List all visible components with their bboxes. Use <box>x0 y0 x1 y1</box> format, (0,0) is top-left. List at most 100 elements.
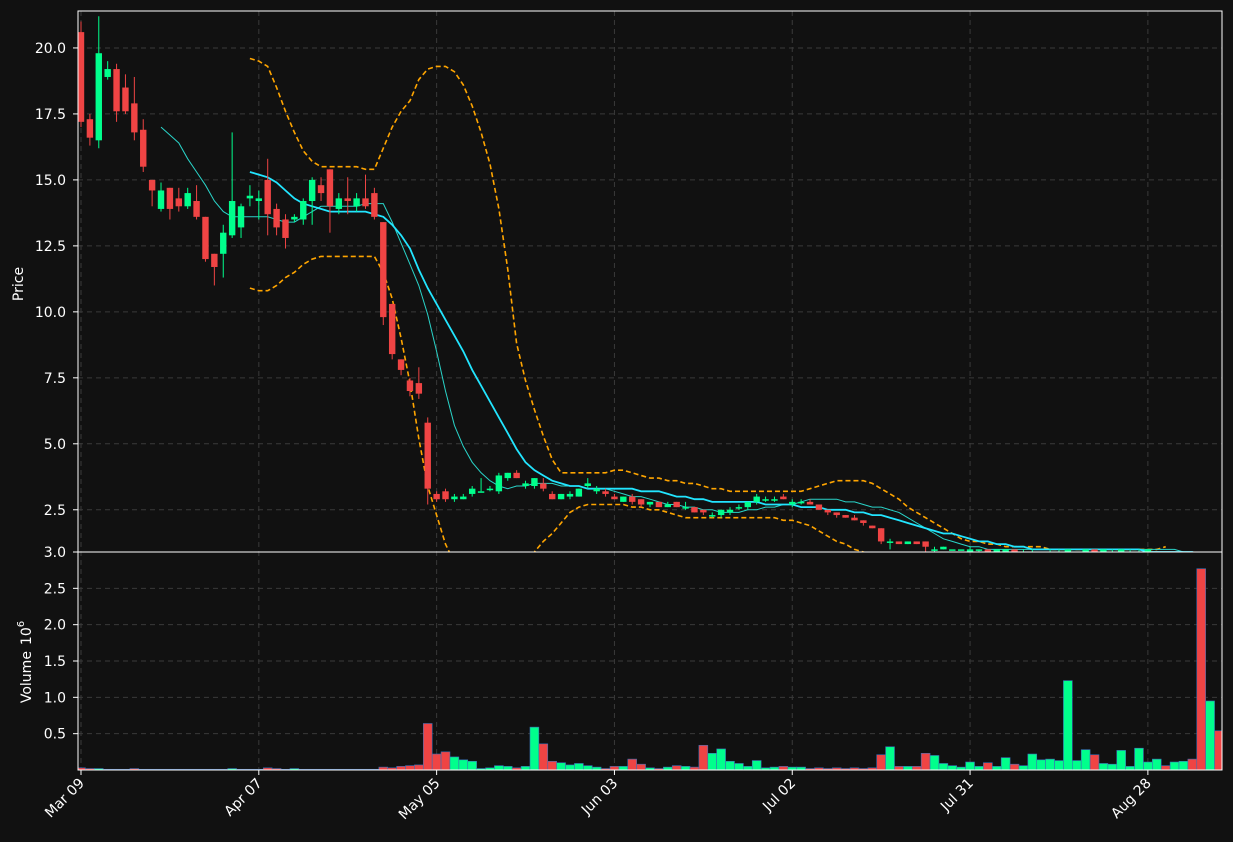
candle-body <box>460 496 467 500</box>
volume-bar <box>440 751 451 770</box>
volume-bar <box>876 754 886 770</box>
volume-bar <box>1116 750 1126 770</box>
candle-body <box>353 198 360 207</box>
volume-bar <box>449 756 460 770</box>
candle-body <box>415 383 423 394</box>
volume-bar <box>671 765 682 770</box>
volume-bar <box>565 764 575 770</box>
candle-body <box>833 512 840 516</box>
volume-bar <box>938 763 949 770</box>
candle-body <box>504 472 511 479</box>
price-tick-label: 7.5 <box>44 371 66 387</box>
candle-body <box>851 517 858 521</box>
price-tick-label: 12.5 <box>35 239 66 255</box>
candle-body <box>397 359 405 370</box>
volume-bar <box>1089 754 1100 770</box>
volume-axis-label: Volume 106 <box>16 621 35 703</box>
candle-body <box>113 69 120 112</box>
candle-body <box>237 206 245 228</box>
volume-bar <box>983 762 993 770</box>
price-axis-label: Price <box>11 267 27 301</box>
volume-axis-scale: 10 <box>19 627 35 645</box>
candle-body <box>211 253 218 267</box>
candle-body <box>842 515 849 518</box>
volume-bar <box>1036 759 1046 770</box>
candle-body <box>913 541 920 545</box>
candle-body <box>122 87 129 112</box>
candle-body <box>886 541 894 543</box>
volume-bar <box>1160 765 1171 770</box>
candle-body <box>140 129 147 167</box>
candle-body <box>326 169 334 207</box>
candle-body <box>157 190 165 209</box>
candle-body <box>193 201 200 217</box>
volume-bar <box>458 759 469 770</box>
candle-body <box>513 472 520 479</box>
candle-body <box>433 493 440 500</box>
candle-body <box>86 119 94 138</box>
volume-bar <box>1134 747 1144 770</box>
candle-body <box>762 499 769 501</box>
candle-body <box>362 198 369 207</box>
volume-bar <box>529 726 540 770</box>
candle-body <box>300 201 307 220</box>
candle-body <box>726 509 734 513</box>
volume-axis-exponent: 6 <box>16 621 27 627</box>
volume-bar <box>1018 765 1029 770</box>
candle-body <box>531 478 538 487</box>
candle-body <box>824 509 832 513</box>
candle-body <box>255 198 263 202</box>
candle-body <box>468 488 476 494</box>
candle-body <box>620 496 627 502</box>
volume-bar <box>1098 763 1109 770</box>
volume-bar <box>494 765 504 770</box>
candle-body <box>637 499 645 505</box>
volume-bar <box>467 760 477 770</box>
candle-body <box>495 475 503 492</box>
candle-body <box>860 520 867 523</box>
volume-bar <box>520 766 531 770</box>
volume-bar <box>680 766 691 770</box>
price-tick-label: 2.5 <box>44 503 66 519</box>
chart-background <box>0 0 1233 842</box>
volume-bar <box>1152 758 1162 770</box>
volume-bar <box>1027 753 1038 770</box>
volume-bar <box>911 766 922 770</box>
volume-bar <box>431 753 442 770</box>
volume-bar <box>1072 760 1082 770</box>
candle-body <box>228 201 236 236</box>
candle-body <box>904 541 912 545</box>
volume-bar <box>1107 763 1118 770</box>
candle-body <box>709 515 716 517</box>
volume-tick-label: 1.0 <box>44 690 66 706</box>
candle-body <box>744 501 751 508</box>
candle-body <box>148 179 156 191</box>
candle-body <box>220 232 227 254</box>
candle-body <box>691 507 698 513</box>
candle-body <box>780 496 787 500</box>
candle-body <box>344 198 351 202</box>
candle-body <box>957 549 965 551</box>
volume-bar <box>1080 749 1091 770</box>
volume-bar <box>894 766 904 770</box>
candle-body <box>602 491 609 494</box>
volume-bar <box>1187 758 1198 770</box>
candle-body <box>442 491 449 500</box>
volume-bar <box>743 766 753 770</box>
candle-body <box>540 483 547 489</box>
candle-body <box>655 501 663 508</box>
candle-body <box>629 496 636 502</box>
volume-tick-label: 3.0 <box>44 545 66 561</box>
volume-bar <box>405 765 415 770</box>
volume-bar <box>778 766 789 770</box>
price-tick-label: 10.0 <box>35 305 66 321</box>
candle-body <box>664 504 671 508</box>
candle-body <box>273 208 280 228</box>
candle-body <box>682 507 689 509</box>
candle-body <box>406 380 414 392</box>
candle-body <box>477 491 485 493</box>
svg-text:Volume106: Volume 106 <box>16 621 35 703</box>
candle-body <box>202 216 209 260</box>
candle-body <box>291 216 298 220</box>
volume-bar <box>1045 758 1055 770</box>
